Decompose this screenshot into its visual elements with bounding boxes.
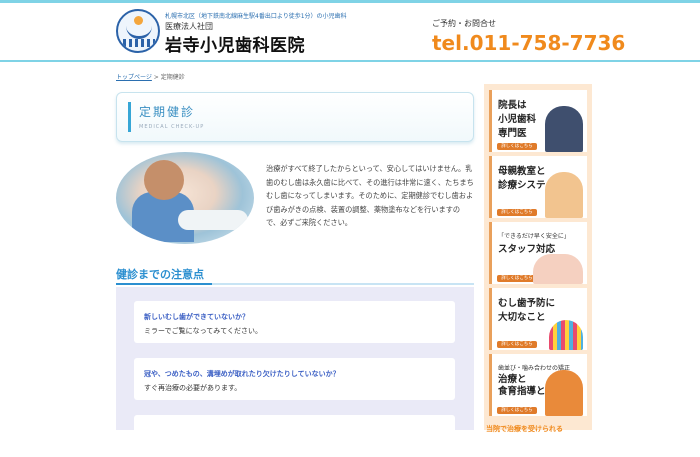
note-question: 新しいむし歯ができていないか？ [144, 313, 249, 321]
breadcrumb: トップページ > 定期健診 [116, 72, 185, 81]
more-details-button[interactable]: 詳しくはこちら [497, 143, 537, 150]
note-answer: ミラーでご覧になってみてください。 [144, 327, 263, 335]
banner-line: 治療と [498, 374, 527, 385]
breadcrumb-separator: > [151, 74, 161, 81]
title-accent-bar [128, 102, 131, 132]
notes-panel: 新しいむし歯ができていないか？ ミラーでご覧になってみてください。 冠や、つめた… [116, 287, 474, 457]
banner-stripe [489, 288, 492, 350]
clinic-logo[interactable] [116, 9, 160, 53]
banner-line: 専門医 [498, 128, 527, 139]
page-title: 定期健診 [139, 105, 196, 119]
more-details-button[interactable]: 詳しくはこちら [497, 341, 537, 348]
sidebar-banner-mothers-class[interactable]: 母親教室と 診療システム 詳しくはこちら [489, 156, 587, 218]
banner-line: 大切なこと [498, 312, 546, 323]
sidebar-banner-staff[interactable]: 「できるだけ早く安全に」 スタッフ対応 詳しくはこちら [489, 222, 587, 284]
page-title-box: 定期健診 MEDICAL CHECK-UP [116, 92, 474, 142]
note-card: 冠や、つめたもの、溝埋めが取れたり欠けたりしていないか？ すぐ再治療の必要があり… [134, 358, 455, 400]
dental-checkup-photo [116, 152, 254, 244]
sidebar-banner-orthodontics[interactable]: 歯並び・噛み合わせの矯正 治療と 食育指導とは 詳しくはこちら [489, 354, 587, 416]
banner-line: 小児歯科 [498, 114, 537, 125]
sidebar: 院長は 小児歯科 専門医 詳しくはこちら 母親教室と 診療システム 詳しくはこち… [484, 84, 592, 430]
banner-stripe [489, 156, 492, 218]
clinic-address: 札幌市北区（地下鉄南北線麻生駅4番出口より徒歩1分）の小児歯科 [165, 13, 347, 20]
banner-line: むし歯予防に [498, 298, 556, 309]
smile-icon [126, 25, 152, 39]
sun-icon [134, 16, 143, 25]
sidebar-bottom-text: 当院で治療を受けられる [486, 425, 563, 433]
note-card: 新しいむし歯ができていないか？ ミラーでご覧になってみてください。 [134, 301, 455, 343]
more-details-button[interactable]: 詳しくはこちら [497, 407, 537, 414]
section-underline-accent [116, 283, 212, 285]
banner-stripe [489, 90, 492, 152]
sidebar-banner-prevention[interactable]: むし歯予防に 大切なこと 詳しくはこちら [489, 288, 587, 350]
banner-line: 院長は [498, 100, 527, 111]
page-subtitle: MEDICAL CHECK-UP [139, 124, 205, 130]
intro-text: 治療がすべて終了したからといって、安心してはいけません。乳歯のむし歯は永久歯に比… [266, 164, 474, 228]
teeth-icon [123, 39, 155, 47]
child-photo [545, 370, 583, 416]
director-photo [545, 106, 583, 152]
breadcrumb-current: 定期健診 [160, 74, 185, 81]
header-divider [0, 60, 700, 62]
breadcrumb-home-link[interactable]: トップページ [116, 74, 152, 81]
mother-child-photo [545, 172, 583, 218]
note-answer: すぐ再治療の必要があります。 [144, 384, 242, 392]
site-header: 札幌市北区（地下鉄南北線麻生駅4番出口より徒歩1分）の小児歯科 医療法人社団 岩… [0, 3, 700, 61]
staff-group-photo [533, 254, 583, 284]
more-details-button[interactable]: 詳しくはこちら [497, 275, 537, 282]
more-details-button[interactable]: 詳しくはこちら [497, 209, 537, 216]
section-underline [116, 283, 474, 285]
banner-stripe [489, 222, 492, 284]
photo-person [144, 160, 184, 200]
note-card-partial [134, 415, 455, 457]
banner-line: 母親教室と [498, 166, 546, 177]
photo-tray [178, 210, 248, 230]
tel-label: ご予約・お問合せ [432, 19, 496, 28]
toothbrush-icon [549, 320, 583, 350]
section-title: 健診までの注意点 [116, 268, 204, 281]
sidebar-banner-director[interactable]: 院長は 小児歯科 専門医 詳しくはこちら [489, 90, 587, 152]
tel-number[interactable]: tel.011-758-7736 [432, 31, 625, 55]
clinic-name[interactable]: 岩寺小児歯科医院 [165, 31, 305, 56]
banner-stripe [489, 354, 492, 416]
note-question: 冠や、つめたもの、溝埋めが取れたり欠けたりしていないか？ [144, 370, 340, 378]
banner-small-text: 「できるだけ早く安全に」 [498, 233, 570, 240]
